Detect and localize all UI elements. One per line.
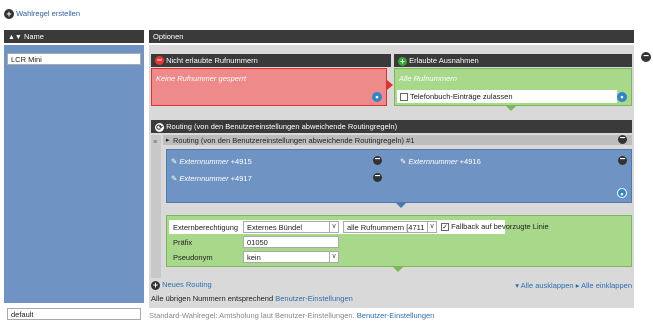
pencil-icon[interactable]: ✎	[171, 174, 177, 183]
number-entry[interactable]: ✎ Externnummer +4917	[171, 174, 252, 183]
plus-icon: +	[398, 56, 407, 66]
pencil-icon[interactable]: ✎	[171, 157, 177, 166]
prefix-value: 01050	[247, 238, 268, 247]
plus-icon: +	[4, 9, 14, 20]
number-value: +4917	[230, 174, 252, 183]
number-value: +4915	[230, 157, 252, 166]
routing-settings-box: Externberechtigung Externes Bündel ∨ alle…	[166, 215, 632, 267]
number-entry[interactable]: ✎ Externnummer +4915	[171, 157, 252, 166]
expand-all-label: Alle ausklappen	[520, 281, 574, 290]
fallback-label: Fallback auf bevorzugte Linie	[451, 222, 549, 231]
ext-label: Externberechtigung	[173, 223, 239, 232]
routing-header: ⟳ Routing (von den Benutzereinstellungen…	[151, 120, 632, 133]
name-column-header[interactable]: ▲▼ Name	[4, 30, 144, 43]
pseudonym-label: Pseudonym	[173, 253, 213, 262]
routing-numbers-box[interactable]: ✎ Externnummer +4915 − ✎ Externnummer +4…	[166, 149, 632, 203]
rule-list-panel	[4, 45, 144, 303]
numbers-select[interactable]: alle Rufnummern [4711 ∨	[343, 221, 437, 233]
not-allowed-text: Keine Rufnummer gesperrt	[156, 74, 247, 83]
footer-link[interactable]: Benutzer-Einstellungen	[357, 311, 435, 320]
remove-number-icon[interactable]: −	[373, 155, 382, 165]
prefix-label: Präfix	[173, 238, 193, 247]
number-label: Externnummer	[179, 174, 229, 183]
phonebook-checkbox-label: Telefonbuch-Einträge zulassen	[409, 92, 513, 101]
others-row: Alle übrigen Nummern entsprechend Benutz…	[151, 294, 353, 303]
phonebook-checkbox-row[interactable]: Telefonbuch-Einträge zulassen	[397, 90, 617, 103]
others-text: Alle übrigen Nummern entsprechend	[151, 294, 274, 303]
exceptions-text: Alle Rufnummern	[399, 74, 457, 83]
options-header-label: Optionen	[153, 32, 184, 41]
expand-icon[interactable]: ▸	[166, 136, 170, 144]
options-header: Optionen	[149, 30, 634, 43]
chevron-down-icon: ∨	[427, 222, 436, 232]
add-rule-button[interactable]: + Wahlregel erstellen	[4, 9, 81, 20]
new-routing-label: Neues Routing	[162, 280, 212, 289]
remove-number-icon[interactable]: −	[618, 155, 627, 165]
ext-select[interactable]: Externes Bündel ∨	[243, 221, 339, 233]
default-name-value: default	[11, 310, 34, 319]
add-rule-label: Wahlregel erstellen	[16, 9, 81, 18]
name-header-label: Name	[23, 32, 44, 41]
arrow-down-icon	[393, 267, 403, 272]
footer-text: Standard-Wahlregel: Amtsholung laut Benu…	[149, 311, 355, 320]
not-allowed-label: Nicht erlaubte Rufnummern	[166, 56, 258, 65]
remove-rule-icon[interactable]: −	[641, 52, 651, 62]
minus-icon: −	[155, 55, 164, 65]
arrow-down-icon	[396, 203, 406, 208]
sort-icon: ▲▼	[8, 34, 22, 41]
exceptions-header: + Erlaubte Ausnahmen	[394, 54, 632, 67]
ext-select-value: Externes Bündel	[247, 223, 303, 232]
drag-handle[interactable]: ≡	[151, 135, 161, 278]
remove-routing-icon[interactable]: −	[618, 134, 627, 144]
number-label: Externnummer	[179, 157, 229, 166]
chevron-down-icon: ∨	[329, 222, 338, 232]
pseudonym-select-value: kein	[247, 253, 261, 262]
footer-row: Standard-Wahlregel: Amtsholung laut Benu…	[149, 311, 434, 320]
not-allowed-header: − Nicht erlaubte Rufnummern	[151, 54, 391, 67]
plus-icon: +	[151, 279, 160, 290]
arrow-right-icon	[387, 80, 393, 90]
fallback-checkbox-row[interactable]: ✓ Fallback auf bevorzugte Linie	[441, 222, 549, 232]
phonebook-checkbox[interactable]	[400, 93, 408, 102]
new-routing-button[interactable]: + Neues Routing	[151, 280, 212, 290]
number-entry[interactable]: ✎ Externnummer +4916	[400, 157, 481, 166]
settings-icon[interactable]: •	[617, 92, 627, 102]
fallback-checkbox[interactable]: ✓	[441, 223, 449, 232]
prefix-input[interactable]: 01050	[243, 236, 339, 248]
others-link[interactable]: Benutzer-Einstellungen	[275, 294, 353, 303]
expand-all-link[interactable]: ▾ Alle ausklappen	[515, 281, 573, 290]
exceptions-box[interactable]: Alle Rufnummern Telefonbuch-Einträge zul…	[394, 68, 632, 106]
pseudonym-select[interactable]: kein ∨	[243, 251, 339, 263]
arrow-down-icon	[506, 106, 516, 111]
remove-number-icon[interactable]: −	[373, 172, 382, 182]
settings-icon[interactable]: •	[372, 92, 382, 102]
number-value: +4916	[459, 157, 481, 166]
collapse-all-link[interactable]: ▸ Alle einklappen	[576, 281, 632, 290]
rule-name-value: LCR Mini	[11, 55, 42, 64]
not-allowed-box[interactable]: Keine Rufnummer gesperrt •	[151, 68, 387, 106]
routing-item-header[interactable]: ▸ Routing (von den Benutzereinstellungen…	[163, 134, 632, 145]
expand-controls: ▾ Alle ausklappen ▸ Alle einklappen	[515, 281, 632, 290]
chevron-down-icon: ∨	[329, 252, 338, 262]
exceptions-label: Erlaubte Ausnahmen	[409, 56, 479, 65]
routing-header-label: Routing (von den Benutzereinstellungen a…	[166, 122, 398, 131]
routing-item-title: Routing (von den Benutzereinstellungen a…	[173, 136, 415, 145]
numbers-select-value: alle Rufnummern [4711	[347, 223, 425, 232]
rule-name-input[interactable]: LCR Mini	[7, 53, 141, 65]
pencil-icon[interactable]: ✎	[400, 157, 406, 166]
routing-icon: ⟳	[155, 122, 164, 132]
collapse-all-label: Alle einklappen	[581, 281, 632, 290]
settings-icon[interactable]: •	[617, 188, 627, 199]
default-name-input[interactable]: default	[7, 308, 141, 320]
number-label: Externnummer	[408, 157, 458, 166]
